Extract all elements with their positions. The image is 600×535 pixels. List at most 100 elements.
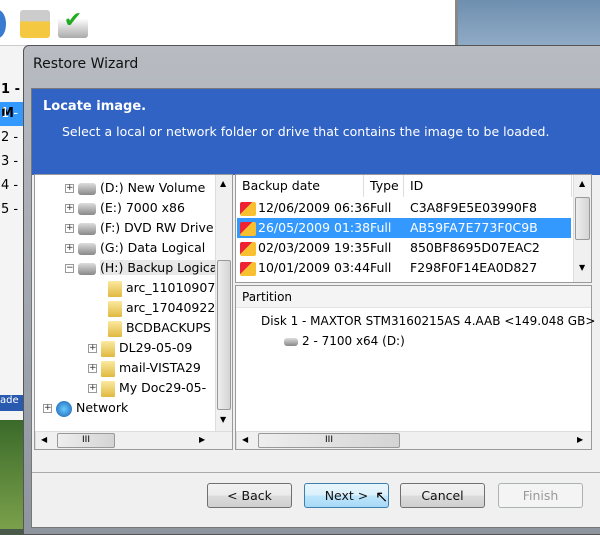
column-header-id[interactable]: ID [404,175,572,197]
disk-entry[interactable]: Disk 1 - MAXTOR STM3160215AS 4.AAB <149.… [261,314,595,328]
tree-item[interactable]: + (G:) Data Logical [65,238,205,258]
backup-id: F298F0F14EA0D827 [410,260,538,275]
scroll-down-arrow-icon[interactable]: ▼ [579,263,585,272]
scroll-thumb[interactable] [575,197,590,240]
wizard-header: Locate image. Select a local or network … [32,89,600,175]
tree-item[interactable]: + DL29-05-09 [88,338,192,358]
backup-date: 12/06/2009 06:36 [258,200,371,215]
scroll-left-arrow-icon[interactable]: ◀ [41,435,47,444]
partition-label: 2 - 7100 x64 (D:) [302,334,405,348]
bg-list-row[interactable]: 5 - [0,198,24,222]
scroll-up-arrow-icon[interactable]: ▲ [579,179,585,188]
folder-icon [101,380,115,397]
scroll-right-arrow-icon[interactable]: ▶ [577,435,583,444]
drive-icon [78,202,96,215]
globe-icon[interactable] [0,10,6,38]
scroll-down-arrow-icon[interactable]: ▼ [220,415,226,424]
backup-image-icon [240,258,256,278]
check-drive-icon[interactable]: ✔ [58,10,88,38]
tree-vertical-scrollbar[interactable]: ▲ ▼ [215,175,232,431]
backup-type: Full [370,200,392,215]
dialog-client: Locate image. Select a local or network … [31,88,600,528]
dialog-title: Restore Wizard [33,56,139,72]
partition-panel: Partition Disk 1 - MAXTOR STM3160215AS 4… [235,285,595,450]
tree-item-label: mail-VISTA29 [119,360,201,375]
cancel-button[interactable]: Cancel [400,483,485,508]
scroll-thumb[interactable] [217,260,231,410]
back-button[interactable]: < Back [207,483,292,508]
list-vertical-scrollbar[interactable]: ▲ ▼ [573,175,591,282]
bg-list-row[interactable]: 4 - [0,174,24,198]
folder-icon [101,360,115,377]
column-header-type[interactable]: Type [364,175,404,197]
backup-type: Full [370,260,392,275]
bg-list-row[interactable]: 3 - [0,150,24,174]
scroll-thumb[interactable]: III [57,433,115,448]
tree-item[interactable]: + (D:) New Volume [65,178,205,198]
column-header-backup-date[interactable]: Backup date [236,175,364,197]
tree-item[interactable]: + (E:) 7000 x86 [65,198,185,218]
bg-list-row[interactable]: 2 - [0,126,24,150]
expand-icon[interactable]: + [88,344,97,353]
partition-horizontal-scrollbar[interactable]: ◀ III ▶ [236,431,591,449]
backup-row[interactable]: 12/06/2009 06:36 Full C3A8F9E5E03990F8 [237,198,571,218]
scroll-left-arrow-icon[interactable]: ◀ [242,435,248,444]
dvd-drive-icon [78,222,96,235]
backup-type: Full [370,220,392,235]
partition-header: Partition [236,286,591,308]
tree-item[interactable]: arc_11010907 [108,278,215,298]
tree-item[interactable]: + Network [43,398,128,418]
collapse-icon[interactable]: − [65,264,74,273]
tree-item-label: arc_11010907 [126,280,216,295]
open-folder-drive-icon[interactable] [20,10,50,38]
backup-id: C3A8F9E5E03990F8 [410,200,537,215]
background-toolbar: ✔ [0,0,455,46]
expand-icon[interactable]: + [88,384,97,393]
tree-item-label: DL29-05-09 [119,340,193,355]
tree-item-label: (D:) New Volume [100,180,206,195]
scroll-up-arrow-icon[interactable]: ▲ [220,179,226,188]
expand-icon[interactable]: + [43,404,52,413]
step-title: Locate image. [43,99,147,114]
tree-item-label: arc_17040922 [126,300,216,315]
expand-icon[interactable]: + [65,184,74,193]
backup-image-icon [240,238,256,258]
tree-item[interactable]: arc_17040922 [108,298,215,318]
scroll-thumb[interactable]: III [258,433,400,448]
backup-type: Full [370,240,392,255]
tree-item-label: (F:) DVD RW Drive [100,220,214,235]
bg-list-header: 1 - M [1,82,20,121]
folder-icon [108,280,122,297]
backup-image-icon [240,198,256,218]
tree-item-label: (H:) Backup Logical [100,260,221,275]
folder-tree[interactable]: + (D:) New Volume + (E:) 7000 x86 + (F:) DVD … [34,174,233,450]
step-description: Select a local or network folder or driv… [62,124,550,139]
expand-icon[interactable]: + [65,204,74,213]
expand-icon[interactable]: + [88,364,97,373]
tree-item[interactable]: + My Doc29-05- [88,378,206,398]
backup-id: AB59FA7E773F0C9B [410,220,538,235]
tree-item-label: Network [76,400,129,415]
backup-image-icon [240,218,256,238]
backup-row[interactable]: 02/03/2009 19:35 Full 850BF8695D07EAC2 [237,238,571,258]
tree-item[interactable]: − (H:) Backup Logical [65,258,221,278]
tree-item-label: (G:) Data Logical [100,240,206,255]
bg-button[interactable]: ade [0,395,24,411]
network-icon [56,400,72,417]
tree-item[interactable]: BCDBACKUPS [108,318,211,338]
backup-row[interactable]: 10/01/2009 03:44 Full F298F0F14EA0D827 [237,258,571,278]
drive-icon [78,262,96,275]
tree-item-label: BCDBACKUPS [126,320,211,335]
backup-row[interactable]: 26/05/2009 01:38 Full AB59FA7E773F0C9B [237,218,571,238]
tree-horizontal-scrollbar[interactable]: ◀ III ▶ [35,431,232,449]
desktop-wallpaper-leaves [0,420,24,529]
partition-entry[interactable]: 2 - 7100 x64 (D:) [284,334,405,348]
scroll-right-arrow-icon[interactable]: ▶ [199,435,205,444]
expand-icon[interactable]: + [65,244,74,253]
backup-list[interactable]: Backup date Type ID 12/06/2009 06:36 Ful… [235,174,592,283]
mouse-cursor-icon: ↖ [375,487,389,506]
bg-list-row[interactable]: 1 - [0,102,24,126]
tree-item[interactable]: + mail-VISTA29 [88,358,201,378]
expand-icon[interactable]: + [65,224,74,233]
tree-item[interactable]: + (F:) DVD RW Drive [65,218,214,238]
